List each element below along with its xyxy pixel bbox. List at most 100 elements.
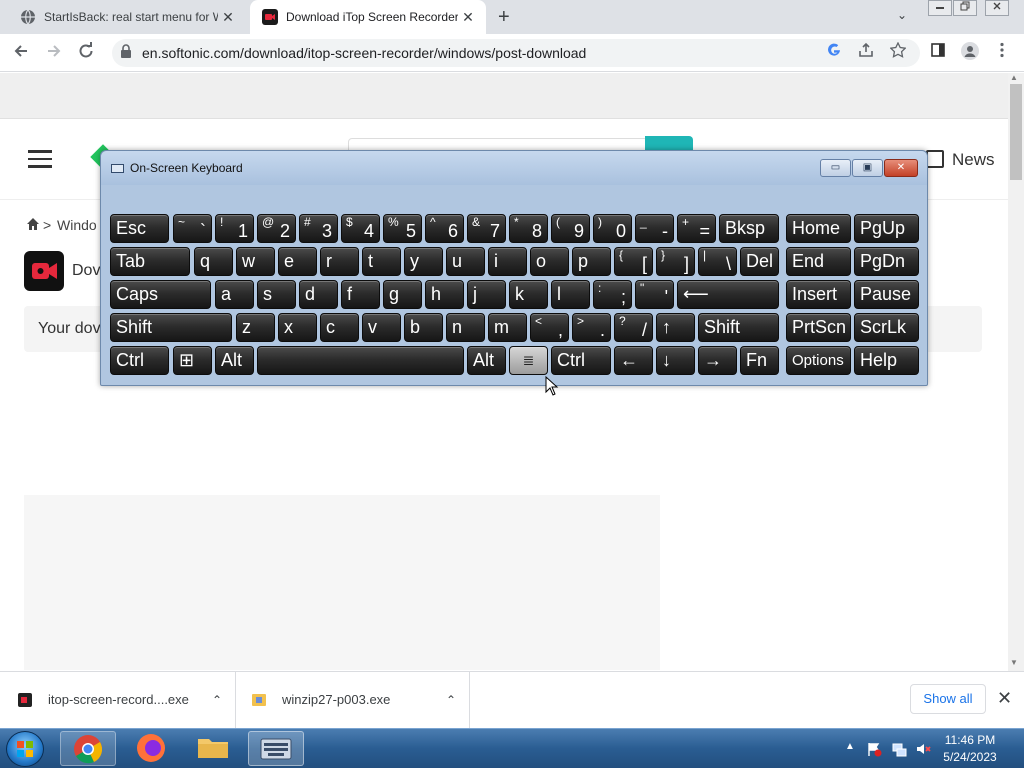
key-x[interactable]: x [278,313,317,342]
download-item[interactable]: itop-screen-record....exe ⌃ [16,671,236,728]
key-j[interactable]: j [467,280,506,309]
window-close-button[interactable] [985,0,1009,16]
key-u[interactable]: u [446,247,485,276]
key-semicolon[interactable]: :; [593,280,632,309]
osk-minimize-button[interactable]: ▭ [820,159,851,177]
bookmark-button[interactable] [887,41,909,64]
key-up-arrow[interactable]: ↑ [656,313,695,342]
show-all-downloads-button[interactable]: Show all [910,684,986,714]
clock-date[interactable]: 5/24/2023 [930,750,1010,764]
share-button[interactable] [855,42,877,64]
network-icon[interactable] [891,741,907,757]
download-item[interactable]: winzip27-p003.exe ⌃ [250,671,470,728]
key-enter[interactable]: ⟵ [677,280,779,309]
key-right-bracket[interactable]: }] [656,247,695,276]
key-s[interactable]: s [257,280,296,309]
tray-expand-arrow-icon[interactable]: ▲ [845,741,855,752]
key-f[interactable]: f [341,280,380,309]
key-h[interactable]: h [425,280,464,309]
key-left-alt[interactable]: Alt [215,346,254,375]
key-b[interactable]: b [404,313,443,342]
key-context-menu[interactable]: ≣ [509,346,548,375]
key-5[interactable]: % 5 [383,214,422,243]
key-q[interactable]: q [194,247,233,276]
tab-close-icon[interactable]: ✕ [458,9,478,26]
osk-close-button[interactable]: ✕ [884,159,918,177]
key-tab[interactable]: Tab [110,247,190,276]
key-g[interactable]: g [383,280,422,309]
home-icon[interactable] [26,217,40,231]
chevron-up-icon[interactable]: ⌃ [433,693,469,707]
lock-icon[interactable] [120,44,132,58]
key-equals[interactable]: + = [677,214,716,243]
key-v[interactable]: v [362,313,401,342]
reload-button[interactable] [75,42,97,64]
profile-button[interactable] [959,42,981,64]
tab-close-icon[interactable]: ✕ [218,9,238,26]
key-comma[interactable]: <, [530,313,569,342]
key-right-shift[interactable]: Shift [698,313,779,342]
key-backspace[interactable]: Bksp [719,214,779,243]
key-o[interactable]: o [530,247,569,276]
key-help[interactable]: Help [854,346,919,375]
key-r[interactable]: r [320,247,359,276]
taskbar-on-screen-keyboard[interactable] [248,731,304,766]
start-button[interactable] [6,731,44,767]
key-c[interactable]: c [320,313,359,342]
url-text[interactable]: en.softonic.com/download/itop-screen-rec… [142,45,586,61]
key-quote[interactable]: " ' [635,280,674,309]
window-minimize-button[interactable] [928,0,952,16]
key-t[interactable]: t [362,247,401,276]
tab-itop-download[interactable]: Download iTop Screen Recorder ✕ [250,0,486,34]
key-left-shift[interactable]: Shift [110,313,232,342]
key-options[interactable]: Options [786,346,851,375]
key-left-arrow[interactable]: ← [614,346,653,375]
scroll-down-arrow-icon[interactable]: ▼ [1010,658,1018,667]
volume-muted-icon[interactable] [915,741,931,757]
key-7[interactable]: & 7 [467,214,506,243]
key-scrlk[interactable]: ScrLk [854,313,919,342]
action-center-flag-icon[interactable] [866,741,882,757]
key-home[interactable]: Home [786,214,851,243]
key-m[interactable]: m [488,313,527,342]
key-del[interactable]: Del [740,247,779,276]
key-space[interactable] [257,346,464,375]
key-e[interactable]: e [278,247,317,276]
taskbar-file-explorer[interactable] [186,731,242,766]
key-left-bracket[interactable]: {[ [614,247,653,276]
chevron-up-icon[interactable]: ⌃ [199,693,235,707]
key-9[interactable]: (9 [551,214,590,243]
key-period[interactable]: >. [572,313,611,342]
key-slash[interactable]: ? / [614,313,653,342]
key-6[interactable]: ^ 6 [425,214,464,243]
window-restore-button[interactable] [953,0,977,16]
close-shelf-icon[interactable]: ✕ [997,688,1012,709]
scrollbar-thumb[interactable] [1010,84,1022,180]
hamburger-menu-icon[interactable] [28,150,52,168]
nav-news-link[interactable]: News [952,150,995,170]
new-tab-button[interactable]: + [498,6,510,29]
key-minus[interactable]: _ - [635,214,674,243]
key-a[interactable]: a [215,280,254,309]
key-1[interactable]: ! 1 [215,214,254,243]
key-2[interactable]: @2 [257,214,296,243]
key-caps[interactable]: Caps [110,280,211,309]
key-prtscn[interactable]: PrtScn [786,313,851,342]
key-d[interactable]: d [299,280,338,309]
key-3[interactable]: #3 [299,214,338,243]
key-z[interactable]: z [236,313,275,342]
breadcrumb-windows[interactable]: Windo [57,217,97,233]
key-i[interactable]: i [488,247,527,276]
key-pgup[interactable]: PgUp [854,214,919,243]
scroll-up-arrow-icon[interactable]: ▲ [1010,73,1018,82]
clock-time[interactable]: 11:46 PM [930,733,1010,747]
osk-maximize-button[interactable]: ▣ [852,159,883,177]
key-k[interactable]: k [509,280,548,309]
key-8[interactable]: * 8 [509,214,548,243]
key-right-alt[interactable]: Alt [467,346,506,375]
key-tilde[interactable]: ~ ` [173,214,212,243]
key-esc[interactable]: Esc [110,214,169,243]
back-button[interactable] [10,42,32,64]
key-p[interactable]: p [572,247,611,276]
taskbar-firefox[interactable] [124,731,180,766]
